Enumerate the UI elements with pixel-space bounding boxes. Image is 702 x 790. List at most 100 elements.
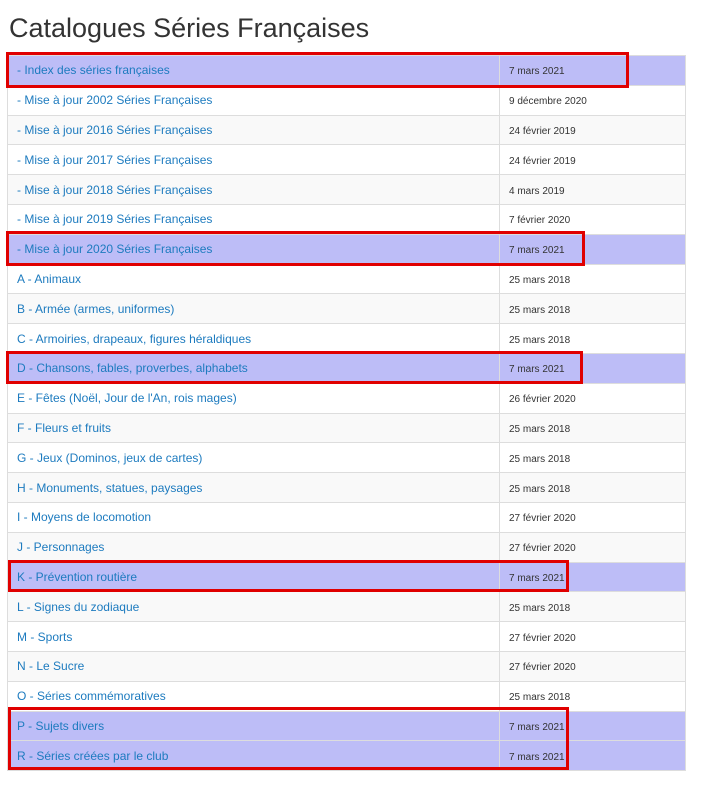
table-row: J - Personnages 27 février 2020 xyxy=(7,531,686,563)
catalog-date-cell: 24 février 2019 xyxy=(499,114,686,146)
table-row: - Mise à jour 2016 Séries Françaises 24 f… xyxy=(7,114,686,146)
catalog-name-cell: R - Séries créées par le club xyxy=(7,740,500,772)
table-row: K - Prévention routière 7 mars 2021 xyxy=(7,561,686,593)
catalog-link[interactable]: P - Sujets divers xyxy=(17,719,104,733)
catalog-name-cell: I - Moyens de locomotion xyxy=(7,501,500,533)
catalog-link[interactable]: N - Le Sucre xyxy=(17,659,84,673)
catalog-date: 9 décembre 2020 xyxy=(509,96,587,108)
catalog-name-cell: G - Jeux (Dominos, jeux de cartes) xyxy=(7,442,500,474)
catalog-name-cell: M - Sports xyxy=(7,621,500,652)
catalog-date: 25 mars 2018 xyxy=(509,453,571,465)
catalog-link[interactable]: B - Armée (armes, uniformes) xyxy=(17,302,174,316)
table-row: L - Signes du zodiaque 25 mars 2018 xyxy=(7,591,686,623)
catalog-date-cell: 4 mars 2019 xyxy=(499,174,686,205)
catalog-link[interactable]: R - Séries créées par le club xyxy=(17,749,168,763)
catalog-link[interactable]: D - Chansons, fables, proverbes, alphabe… xyxy=(17,361,248,375)
catalog-name-cell: - Mise à jour 2018 Séries Françaises xyxy=(7,174,500,205)
catalog-date: 27 février 2020 xyxy=(509,513,576,525)
catalog-link[interactable]: G - Jeux (Dominos, jeux de cartes) xyxy=(17,451,202,465)
catalog-link[interactable]: O - Séries commémoratives xyxy=(17,689,166,703)
catalog-link[interactable]: F - Fleurs et fruits xyxy=(17,421,111,435)
catalog-date-cell: 7 mars 2021 xyxy=(499,561,686,593)
catalog-link[interactable]: J - Personnages xyxy=(17,540,104,554)
table-row: I - Moyens de locomotion 27 février 2020 xyxy=(7,501,686,533)
catalog-date: 7 février 2020 xyxy=(509,215,571,227)
table-row: N - Le Sucre 27 février 2020 xyxy=(7,650,686,682)
catalog-link[interactable]: - Mise à jour 2016 Séries Françaises xyxy=(17,123,212,137)
catalog-page: Catalogues Séries Françaises - Index des… xyxy=(0,0,702,790)
catalog-table: - Index des séries françaises 7 mars 2021… xyxy=(7,55,686,772)
catalog-link[interactable]: I - Moyens de locomotion xyxy=(17,510,151,524)
catalog-link[interactable]: M - Sports xyxy=(17,630,72,644)
catalog-date: 27 février 2020 xyxy=(509,543,576,555)
catalog-table-body: - Index des séries françaises 7 mars 2021… xyxy=(7,55,686,772)
catalog-link[interactable]: - Mise à jour 2019 Séries Françaises xyxy=(17,212,212,226)
catalog-name-cell: P - Sujets divers xyxy=(7,710,500,742)
table-row: - Mise à jour 2019 Séries Françaises 7 fé… xyxy=(7,203,686,235)
catalog-name-cell: D - Chansons, fables, proverbes, alphabe… xyxy=(7,352,500,384)
catalog-date: 25 mars 2018 xyxy=(509,483,571,495)
table-row: B - Armée (armes, uniformes) 25 mars 2018 xyxy=(7,293,686,325)
catalog-date-cell: 24 février 2019 xyxy=(499,144,686,176)
catalog-name-cell: A - Animaux xyxy=(7,263,500,295)
catalog-name-cell: B - Armée (armes, uniformes) xyxy=(7,293,500,325)
catalog-name-cell: - Mise à jour 2019 Séries Françaises xyxy=(7,203,500,235)
catalog-date: 25 mars 2018 xyxy=(509,274,571,286)
table-row: H - Monuments, statues, paysages 25 mars … xyxy=(7,472,686,503)
catalog-date: 25 mars 2018 xyxy=(509,304,571,316)
catalog-link[interactable]: - Mise à jour 2020 Séries Françaises xyxy=(17,242,212,256)
catalog-link[interactable]: H - Monuments, statues, paysages xyxy=(17,481,202,495)
catalog-name-cell: E - Fêtes (Noël, Jour de l'An, rois mage… xyxy=(7,382,500,414)
table-row: - Index des séries françaises 7 mars 2021 xyxy=(7,55,686,86)
catalog-link[interactable]: - Mise à jour 2002 Séries Françaises xyxy=(17,93,212,107)
catalog-date-cell: 25 mars 2018 xyxy=(499,323,686,354)
catalog-link[interactable]: C - Armoiries, drapeaux, figures héraldi… xyxy=(17,332,251,346)
catalog-name-cell: - Mise à jour 2016 Séries Françaises xyxy=(7,114,500,146)
table-row: - Mise à jour 2002 Séries Françaises 9 dé… xyxy=(7,84,686,116)
catalog-name-cell: C - Armoiries, drapeaux, figures héraldi… xyxy=(7,323,500,354)
catalog-date-cell: 27 février 2020 xyxy=(499,621,686,652)
catalog-date: 7 mars 2021 xyxy=(509,66,565,78)
catalog-link[interactable]: K - Prévention routière xyxy=(17,570,137,584)
catalog-date-cell: 25 mars 2018 xyxy=(499,293,686,325)
catalog-name-cell: - Mise à jour 2002 Séries Françaises xyxy=(7,84,500,116)
page-title: Catalogues Séries Françaises xyxy=(9,13,370,43)
catalog-date-cell: 7 mars 2021 xyxy=(499,710,686,742)
table-row: A - Animaux 25 mars 2018 xyxy=(7,263,686,295)
catalog-date: 4 mars 2019 xyxy=(509,185,565,197)
catalog-link[interactable]: A - Animaux xyxy=(17,272,81,286)
catalog-date-cell: 25 mars 2018 xyxy=(499,263,686,295)
catalog-date: 26 février 2020 xyxy=(509,394,576,406)
catalog-date-cell: 25 mars 2018 xyxy=(499,472,686,503)
catalog-date-cell: 27 février 2020 xyxy=(499,531,686,563)
catalog-link[interactable]: - Mise à jour 2017 Séries Françaises xyxy=(17,153,212,167)
catalog-date: 24 février 2019 xyxy=(509,125,576,137)
catalog-name-cell: L - Signes du zodiaque xyxy=(7,591,500,623)
catalog-date-cell: 7 mars 2021 xyxy=(499,352,686,384)
table-row: - Mise à jour 2018 Séries Françaises 4 ma… xyxy=(7,174,686,205)
table-row: P - Sujets divers 7 mars 2021 xyxy=(7,710,686,742)
catalog-name-cell: N - Le Sucre xyxy=(7,650,500,682)
catalog-date: 24 février 2019 xyxy=(509,155,576,167)
catalog-link[interactable]: - Mise à jour 2018 Séries Françaises xyxy=(17,183,212,197)
table-row: M - Sports 27 février 2020 xyxy=(7,621,686,652)
catalog-name-cell: - Mise à jour 2017 Séries Françaises xyxy=(7,144,500,176)
catalog-date-cell: 7 mars 2021 xyxy=(499,55,686,86)
table-row: O - Séries commémoratives 25 mars 2018 xyxy=(7,680,686,712)
catalog-date-cell: 25 mars 2018 xyxy=(499,412,686,444)
catalog-name-cell: - Mise à jour 2020 Séries Françaises xyxy=(7,233,500,265)
table-row: - Mise à jour 2017 Séries Françaises 24 f… xyxy=(7,144,686,176)
catalog-link[interactable]: E - Fêtes (Noël, Jour de l'An, rois mage… xyxy=(17,391,237,405)
catalog-date: 7 mars 2021 xyxy=(509,721,565,733)
table-row: E - Fêtes (Noël, Jour de l'An, rois mage… xyxy=(7,382,686,414)
catalog-date: 7 mars 2021 xyxy=(509,245,565,257)
table-row: F - Fleurs et fruits 25 mars 2018 xyxy=(7,412,686,444)
catalog-date-cell: 27 février 2020 xyxy=(499,501,686,533)
catalog-date-cell: 25 mars 2018 xyxy=(499,442,686,474)
catalog-date-cell: 25 mars 2018 xyxy=(499,591,686,623)
catalog-date-cell: 27 février 2020 xyxy=(499,650,686,682)
catalog-link[interactable]: L - Signes du zodiaque xyxy=(17,600,139,614)
catalog-name-cell: H - Monuments, statues, paysages xyxy=(7,472,500,503)
catalog-link[interactable]: - Index des séries françaises xyxy=(17,63,170,77)
catalog-date-cell: 9 décembre 2020 xyxy=(499,84,686,116)
